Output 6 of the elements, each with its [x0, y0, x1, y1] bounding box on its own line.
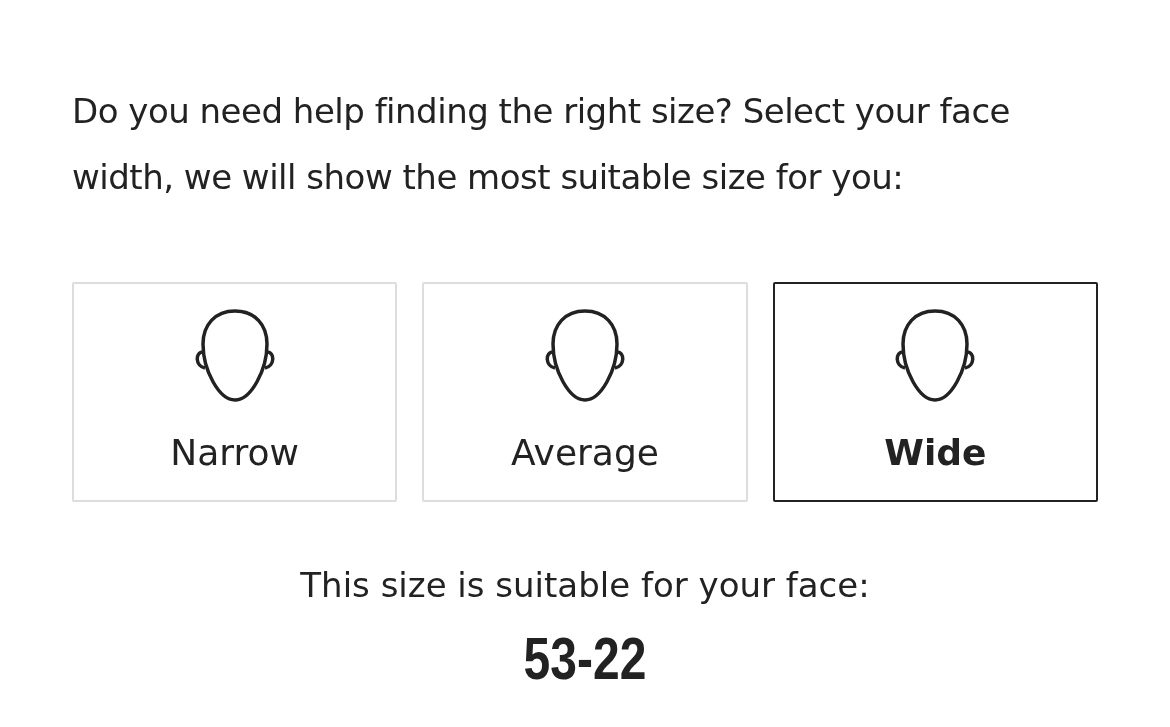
size-value: 53-22	[522, 629, 648, 689]
result-label: This size is suitable for your face:	[299, 564, 871, 607]
intro-text: Do you need help finding the right size? Select your face width, we will show the most suitable size for you:	[72, 90, 1012, 199]
face-width-option[interactable]: Narrow	[72, 282, 398, 502]
face-width-option[interactable]: Average	[422, 282, 748, 502]
face-width-option[interactable]: Wide	[772, 282, 1098, 502]
